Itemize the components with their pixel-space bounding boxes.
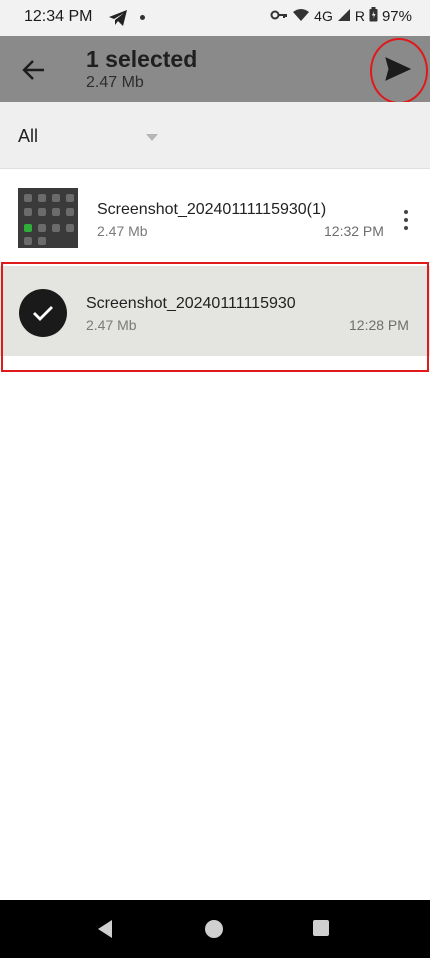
- key-icon: [270, 8, 288, 24]
- selection-count-title: 1 selected: [86, 46, 198, 72]
- signal-icon: [337, 8, 351, 25]
- file-thumbnail: [18, 188, 78, 248]
- roaming-label: R: [354, 8, 365, 24]
- battery-icon: [369, 7, 378, 25]
- arrow-left-icon: [22, 60, 44, 80]
- status-bar: 12:34 PM 4G R 97%: [0, 0, 430, 36]
- filter-dropdown[interactable]: All: [0, 102, 430, 169]
- send-highlight-circle: [370, 38, 428, 104]
- nav-recents-button[interactable]: [313, 920, 329, 936]
- file-list-item[interactable]: Screenshot_20240111115930(1) 2.47 Mb 12:…: [0, 170, 430, 266]
- wifi-icon: [292, 8, 310, 25]
- selection-size-subtitle: 2.47 Mb: [86, 74, 144, 91]
- filter-selected-value: All: [18, 126, 39, 146]
- notification-dot-icon: [140, 15, 145, 20]
- file-name: Screenshot_20240111115930(1): [97, 201, 327, 218]
- nav-back-button[interactable]: [96, 919, 114, 944]
- nav-home-button[interactable]: [205, 920, 223, 938]
- back-button[interactable]: [20, 56, 48, 84]
- network-type-label: 4G: [314, 8, 333, 24]
- battery-percentage: 97%: [381, 7, 412, 25]
- more-options-button[interactable]: [398, 208, 414, 234]
- status-indicators: 4G R 97%: [270, 7, 412, 25]
- telegram-icon: [108, 9, 128, 32]
- selection-highlight-box: [1, 262, 429, 372]
- file-time: 12:32 PM: [324, 223, 384, 239]
- status-time: 12:34 PM: [24, 8, 93, 25]
- system-navigation-bar: [0, 900, 430, 958]
- dropdown-arrow-icon: [146, 134, 158, 141]
- selection-toolbar: 1 selected 2.47 Mb: [0, 36, 430, 102]
- triangle-back-icon: [98, 920, 112, 938]
- file-size: 2.47 Mb: [97, 223, 148, 239]
